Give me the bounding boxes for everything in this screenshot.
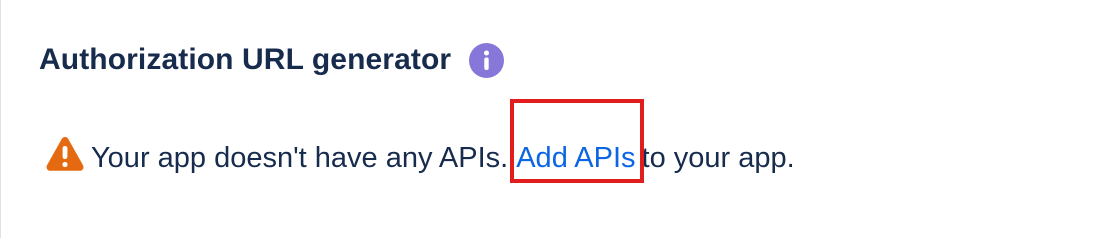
panel-title: Authorization URL generator — [39, 43, 452, 76]
warning-icon — [45, 134, 85, 174]
warning-message-suffix: to your app. — [641, 141, 795, 174]
info-icon[interactable] — [469, 42, 505, 78]
info-glyph-icon — [484, 50, 490, 70]
warning-message-text: Your app doesn't have any APIs. — [91, 141, 509, 174]
panel-header: Authorization URL generator — [39, 36, 505, 84]
add-apis-link[interactable]: Add APIs — [516, 142, 635, 174]
authorization-url-generator-panel: Authorization URL generator Your app doe… — [0, 0, 1102, 238]
no-apis-warning: Your app doesn't have any APIs. Add APIs… — [45, 98, 795, 186]
add-apis-link-wrapper: Add APIs — [510, 98, 645, 183]
